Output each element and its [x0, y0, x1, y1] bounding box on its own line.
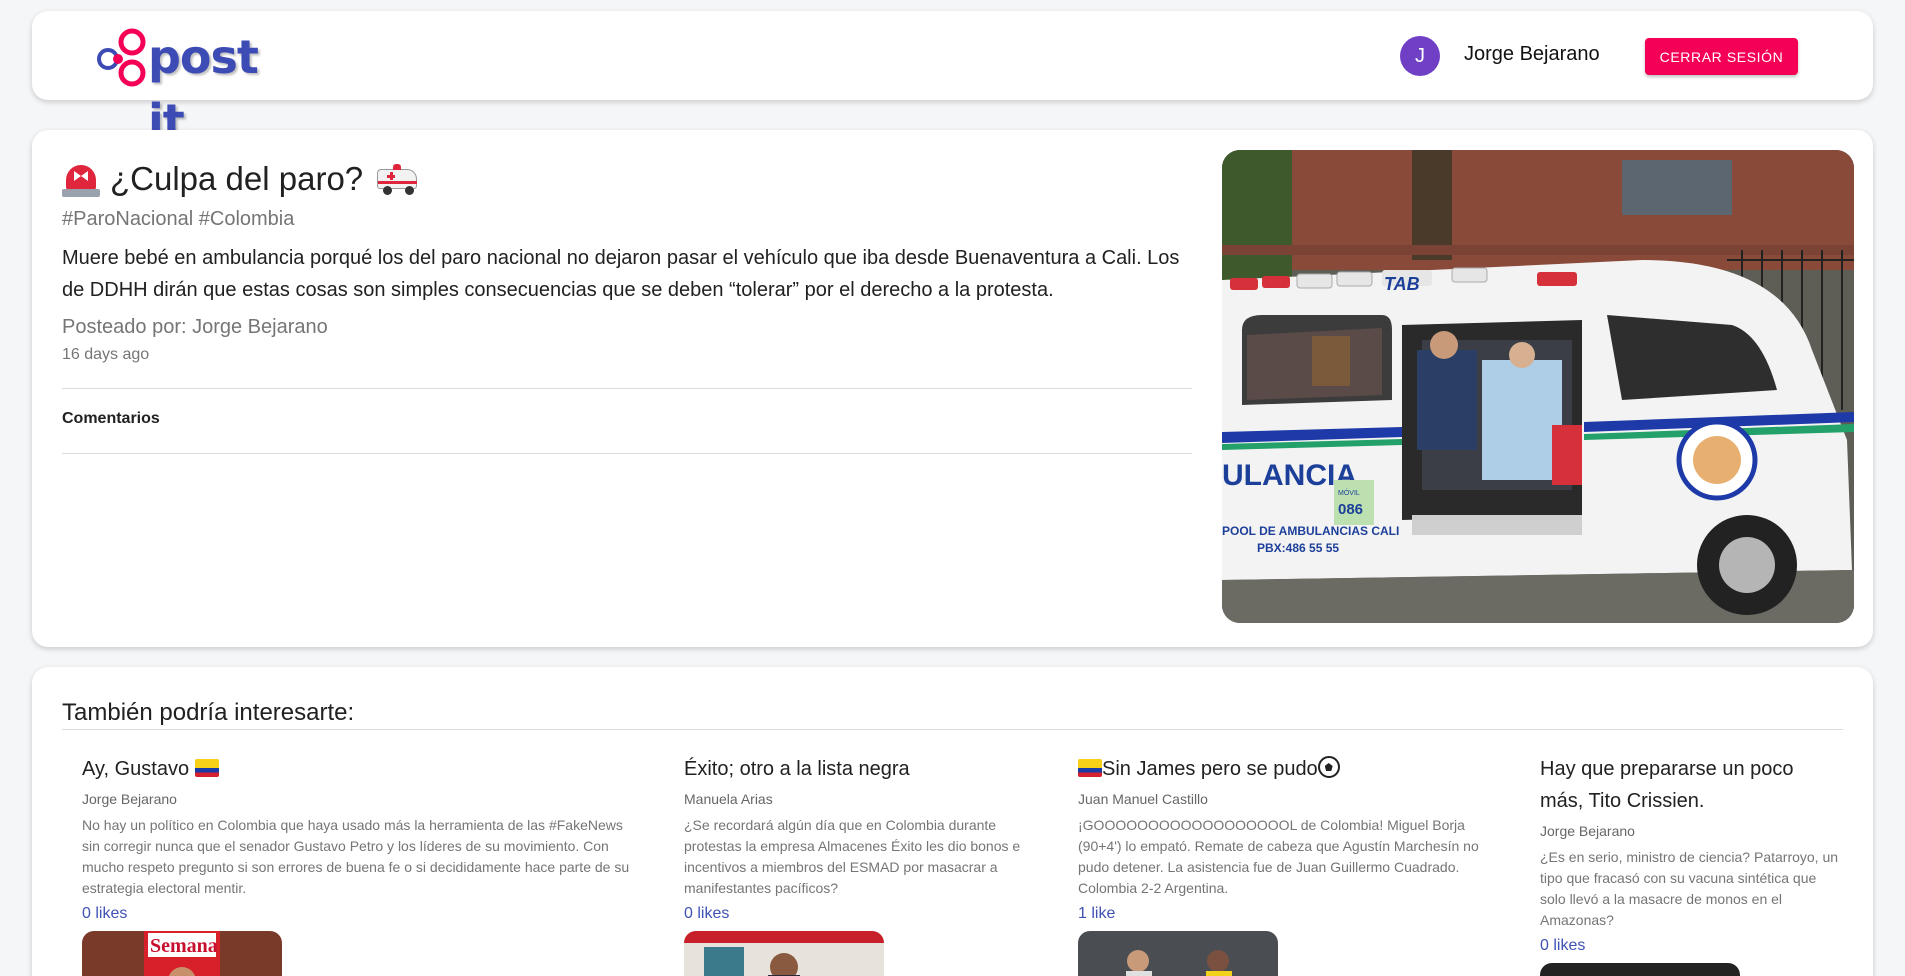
- soccer-ball-icon: [1317, 756, 1340, 778]
- avatar[interactable]: J: [1400, 36, 1440, 76]
- recommendation-text: No hay un político en Colombia que haya …: [82, 817, 630, 896]
- post-body: Muere bebé en ambulancia porqué los del …: [62, 247, 1180, 301]
- ambulance-footer-line2: PBX:486 55 55: [1257, 541, 1339, 555]
- post-card: ¿Culpa del paro? #ParoNacional #Colombia…: [32, 130, 1873, 647]
- recommendation-author: Jorge Bejarano: [1540, 823, 1635, 839]
- ambulance-brand: TAB: [1384, 274, 1420, 294]
- recommendation-author: Manuela Arias: [684, 791, 773, 807]
- recommendation-author: Juan Manuel Castillo: [1078, 791, 1208, 807]
- colombia-flag-icon: [194, 759, 219, 777]
- likes-count[interactable]: 0 likes: [1540, 937, 1840, 955]
- likes-count[interactable]: 0 likes: [684, 905, 1034, 923]
- recommendation-title[interactable]: Sin James pero se pudo: [1078, 753, 1498, 785]
- post-it-logo[interactable]: post it: [92, 25, 307, 148]
- logo-mark-icon: [97, 28, 146, 87]
- user-name: Jorge Bejarano: [1464, 43, 1600, 65]
- ambulance-footer-line1: POOL DE AMBULANCIAS CALI: [1222, 524, 1399, 538]
- app-header: post it J Jorge Bejarano CERRAR SESIÓN: [32, 11, 1873, 148]
- recommendation-card[interactable]: Ay, Gustavo Jorge Bejarano No hay un pol…: [82, 753, 642, 976]
- recommendations-card: También podría interesarte: Ay, Gustavo …: [32, 667, 1873, 976]
- recommendation-author: Jorge Bejarano: [82, 791, 177, 807]
- post-tags: #ParoNacional #Colombia: [62, 208, 295, 230]
- divider: [62, 388, 1192, 389]
- unit-label: MÓVIL: [1338, 488, 1360, 497]
- recommendation-text: ¡GOOOOOOOOOOOOOOOOOOL de Colombia! Migue…: [1078, 817, 1479, 896]
- post-title: ¿Culpa del paro?: [110, 160, 364, 197]
- recommendations-title: También podría interesarte:: [62, 699, 355, 726]
- unit-number: 086: [1338, 501, 1363, 518]
- recommendation-title[interactable]: Ay, Gustavo: [82, 753, 642, 785]
- recommendation-text: ¿Es en serio, ministro de ciencia? Patar…: [1540, 849, 1839, 928]
- post-image: TAB ULANCIA MÓVIL 086 POOL DE AMBULANCIA…: [1222, 150, 1854, 623]
- recommendation-title[interactable]: Hay que prepararse un poco más, Tito Cri…: [1540, 753, 1840, 817]
- thumbnail-masthead: Semana: [150, 935, 218, 957]
- post-title-row: ¿Culpa del paro?: [62, 160, 419, 198]
- divider: [62, 729, 1843, 730]
- ambulance-photo: TAB ULANCIA MÓVIL 086 POOL DE AMBULANCIA…: [1222, 150, 1854, 623]
- recommendation-card[interactable]: Hay que prepararse un poco más, Tito Cri…: [1540, 753, 1840, 976]
- recommendation-card[interactable]: Éxito; otro a la lista negra Manuela Ari…: [684, 753, 1034, 976]
- ambulance-icon: [377, 163, 419, 195]
- logout-button[interactable]: CERRAR SESIÓN: [1645, 38, 1798, 75]
- comments-heading: Comentarios: [62, 410, 160, 427]
- likes-count[interactable]: 0 likes: [82, 905, 642, 923]
- recommendation-title[interactable]: Éxito; otro a la lista negra: [684, 753, 1034, 785]
- post-date: 16 days ago: [62, 346, 150, 363]
- recommendation-thumbnail[interactable]: [1540, 963, 1740, 976]
- recommendation-card[interactable]: Sin James pero se pudo Juan Manuel Casti…: [1078, 753, 1498, 976]
- divider: [62, 453, 1192, 454]
- recommendation-text: ¿Se recordará algún día que en Colombia …: [684, 817, 1021, 896]
- recommendation-thumbnail[interactable]: [684, 931, 884, 976]
- recommendation-thumbnail[interactable]: Semana: [82, 931, 282, 976]
- colombia-flag-icon: [1078, 759, 1102, 777]
- siren-icon: [62, 161, 100, 197]
- recommendation-thumbnail[interactable]: [1078, 931, 1278, 976]
- post-author: Posteado por: Jorge Bejarano: [62, 316, 328, 338]
- likes-count[interactable]: 1 like: [1078, 905, 1498, 923]
